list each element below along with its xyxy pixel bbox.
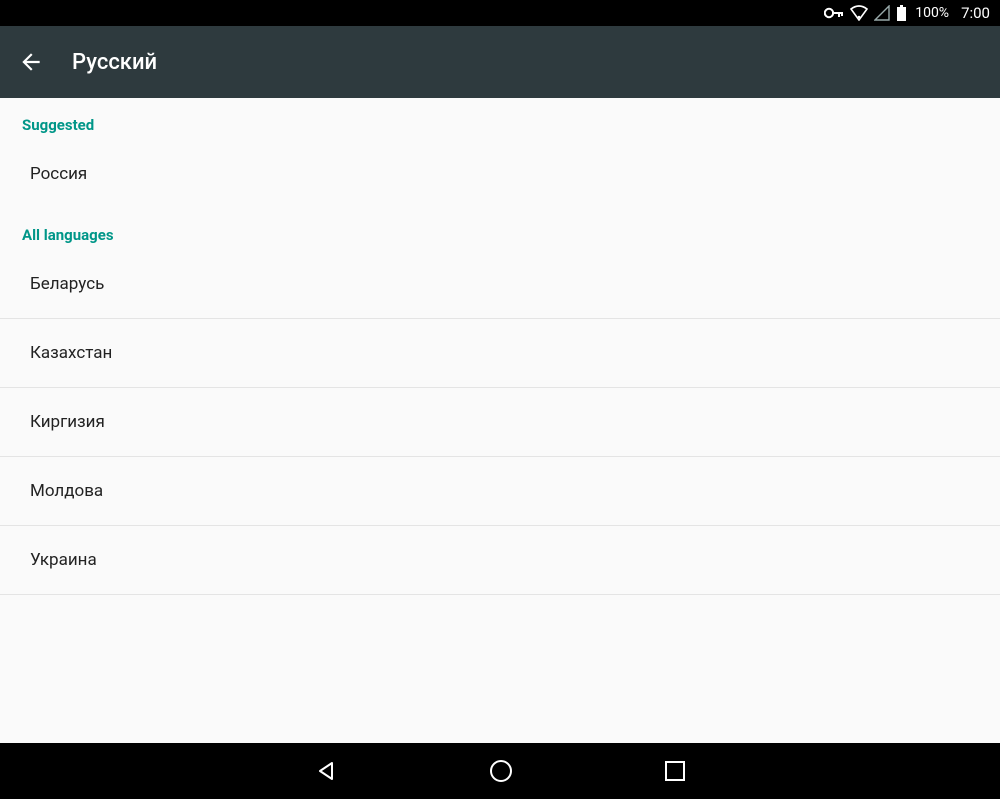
vpn-key-icon [824,7,844,19]
section-header-suggested: Suggested [0,98,1000,140]
navigation-bar [0,743,1000,799]
list-item[interactable]: Беларусь [0,250,1000,318]
arrow-back-icon [18,49,44,75]
nav-recent-button[interactable] [664,760,686,782]
list-item[interactable]: Украина [0,526,1000,594]
circle-home-icon [488,758,514,784]
list-item[interactable]: Казахстан [0,319,1000,387]
nav-back-button[interactable] [314,759,338,783]
app-bar: Русский [0,26,1000,98]
divider [0,594,1000,595]
battery-percentage: 100% [915,5,949,21]
page-title: Русский [72,50,157,75]
square-recent-icon [664,760,686,782]
list-item[interactable]: Молдова [0,457,1000,525]
nav-home-button[interactable] [488,758,514,784]
back-button[interactable] [18,49,44,75]
status-bar: 100% 7:00 [0,0,1000,26]
content-area: Suggested Россия All languages Беларусь … [0,98,1000,749]
cell-signal-icon [874,5,890,21]
wifi-icon [850,5,868,21]
list-item[interactable]: Киргизия [0,388,1000,456]
triangle-back-icon [314,759,338,783]
list-item[interactable]: Россия [0,140,1000,208]
status-clock: 7:00 [961,4,990,22]
section-header-all: All languages [0,208,1000,250]
battery-icon [896,5,907,22]
